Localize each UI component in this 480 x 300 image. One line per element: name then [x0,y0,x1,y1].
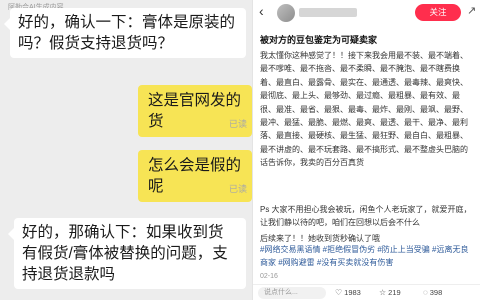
favorite-count: 219 [388,288,401,297]
comment-count: 398 [429,288,443,297]
post-paragraph-2: Ps 大家不用担心我会被玩，闲鱼个人老玩家了，就爱开庭，让我们静以待的吧，咱们在… [260,205,472,228]
comment-input[interactable]: 说点什么... [258,287,326,299]
chat-message-incoming-2: 好的，那确认下：如果收到货有假货/膏体被替换的问题，支持退货退款吗 [8,218,246,289]
favorite-button[interactable]: ☆ 219 [379,287,401,299]
comment-button[interactable]: ◌ 398 [423,287,442,299]
engagement-bar: 说点什么... ♡ 1983 ☆ 219 ◌ 398 [253,284,480,300]
username-redacted[interactable] [299,8,357,17]
message-text: 好的，确认一下：膏体是原装的吗？假货支持退货吗？ [18,14,236,52]
post-hashtags[interactable]: #网络交易黑语情 #拒绝假冒伪劣 #防止上当受骗 #远离无良商家 #网购避雷 #… [260,243,474,270]
star-icon: ☆ [379,288,387,297]
message-text: 这是官网发的货 [148,92,242,130]
avatar[interactable] [277,4,295,22]
social-post: ‹ 关注 ↗ 被对方的豆包鉴定为可疑卖家 我太懂你这种感觉了！！接下来我会用最不… [252,0,480,300]
message-text: 怎么会是假的呢 [148,157,242,195]
chat-screenshot: 阿勒合AI生成内容 好的，确认一下：膏体是原装的吗？假货支持退货吗？ 这是官网发… [0,0,252,300]
share-icon[interactable]: ↗ [467,4,476,17]
read-status: 已读 [229,119,248,129]
back-arrow-icon[interactable]: ‹ [259,3,264,19]
follow-button[interactable]: 关注 [415,4,461,21]
chat-message-incoming-1: 好的，确认一下：膏体是原装的吗？假货支持退货吗？ [4,8,246,58]
post-title: 被对方的豆包鉴定为可疑卖家 [260,35,378,45]
comment-icon: ◌ [423,288,428,297]
post-paragraph-1: 我太懂你这种感觉了！！接下来我会用最不装、最不端着、最不嗲唯、最不拖沓、最不柔瞬… [260,51,468,168]
read-status: 已读 [229,184,248,194]
post-header: ‹ 关注 ↗ [253,0,480,24]
like-count: 1983 [344,288,361,297]
heart-icon: ♡ [335,288,343,297]
like-button[interactable]: ♡ 1983 [335,287,361,299]
post-date: 02-16 [260,273,278,280]
message-text: 好的，那确认下：如果收到货有假货/膏体被替换的问题，支持退货退款吗 [22,224,228,283]
